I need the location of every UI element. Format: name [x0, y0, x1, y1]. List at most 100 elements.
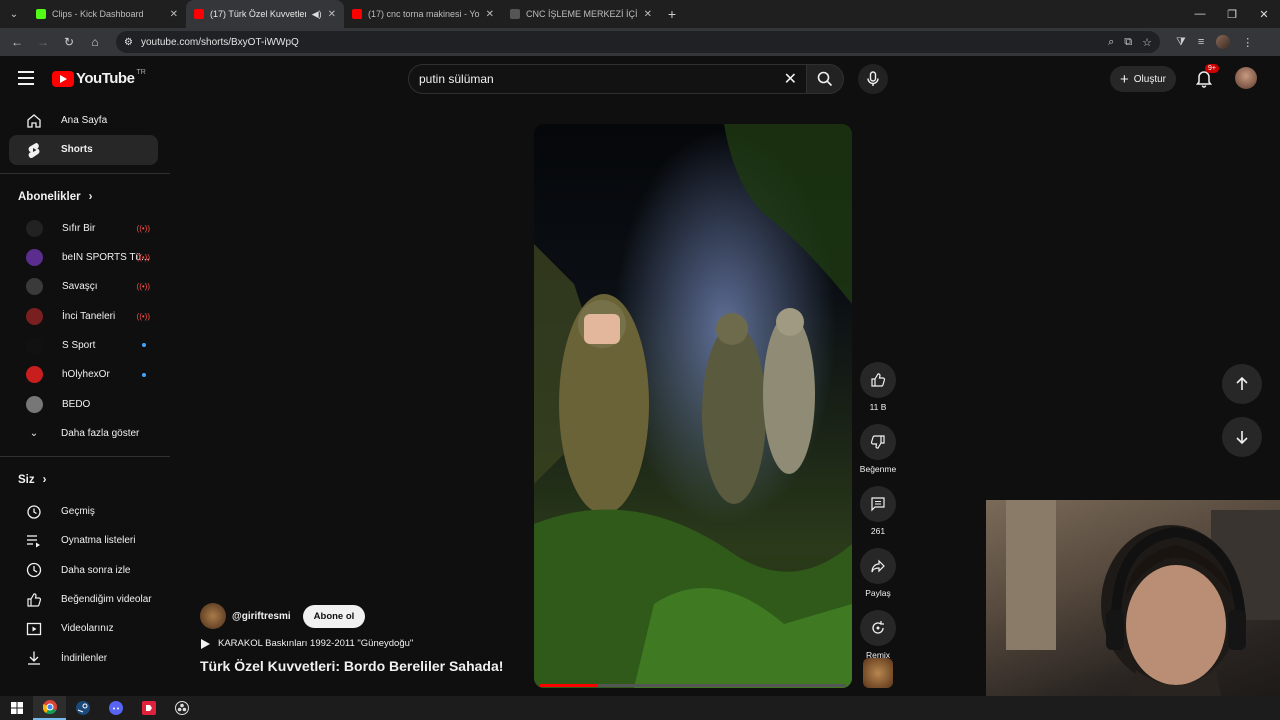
- sidebar-divider: [0, 172, 170, 174]
- sidebar-item-videolar-n-z[interactable]: Videolarınız: [9, 614, 158, 643]
- subscribe-button[interactable]: Abone ol: [302, 604, 366, 628]
- like-button[interactable]: [860, 362, 896, 398]
- audio-playing-icon[interactable]: ◀): [312, 9, 322, 20]
- browser-tab[interactable]: (17) cnc torna makinesi - YouTu ✕: [344, 0, 502, 28]
- sidebar-item-be-endi-im-videolar[interactable]: Beğendiğim videolar: [9, 585, 158, 614]
- sound-thumbnail[interactable]: [863, 658, 893, 688]
- channel-avatar: [26, 366, 43, 384]
- sidebar-item-daha-sonra-izle[interactable]: Daha sonra izle: [9, 556, 158, 585]
- search-icon: [817, 71, 833, 87]
- media-control-icon[interactable]: ≡: [1198, 36, 1204, 48]
- address-bar[interactable]: ⚙ youtube.com/shorts/BxyOT-iWWpQ ⌕ ⧉ ☆: [116, 31, 1160, 53]
- bookmark-star-icon[interactable]: ☆: [1142, 36, 1152, 49]
- shorts-video-player[interactable]: [534, 124, 852, 688]
- browser-tab[interactable]: CNC İŞLEME MERKEZİ İÇİN G V ✕: [502, 0, 660, 28]
- sidebar-item-i-ndirilenler[interactable]: İndirilenler: [9, 643, 158, 672]
- taskbar-obs[interactable]: [165, 696, 198, 720]
- new-content-dot: [142, 372, 146, 377]
- home-icon: [26, 113, 42, 129]
- sidebar-item-ana-sayfa[interactable]: Ana Sayfa: [9, 106, 158, 135]
- sidebar-item-label: Daha sonra izle: [61, 564, 131, 576]
- clear-search-icon[interactable]: ✕: [784, 69, 797, 89]
- taskbar-discord[interactable]: [99, 696, 132, 720]
- playlist-title: KARAKOL Baskınları 1992-2011 "Güneydoğu": [218, 638, 414, 649]
- forward-icon[interactable]: →: [32, 35, 54, 49]
- watch-later-icon: [26, 562, 42, 578]
- sidebar-item-bein-sports-t[interactable]: beIN SPORTS Tü... ((•)): [9, 243, 158, 272]
- browser-tab[interactable]: (17) Türk Özel Kuvvetleri: B ◀) ✕: [186, 0, 344, 28]
- close-tab-icon[interactable]: ✕: [170, 9, 178, 20]
- extensions-icon[interactable]: ⧩: [1176, 36, 1186, 49]
- comments-button[interactable]: [860, 486, 896, 522]
- tab-favicon-icon: [36, 9, 46, 19]
- channel-avatar: [26, 278, 43, 296]
- logo-text: YouTube: [76, 70, 135, 87]
- like-action: 11 B: [856, 362, 900, 412]
- remix-button[interactable]: [860, 610, 896, 646]
- back-icon[interactable]: ←: [6, 35, 28, 49]
- sidebar-item-sava[interactable]: Savaşçı ((•)): [9, 272, 158, 301]
- browser-tab[interactable]: Clips - Kick Dashboard ✕: [28, 0, 186, 28]
- channel-avatar: [26, 395, 43, 413]
- taskbar-steam[interactable]: [66, 696, 99, 720]
- microphone-icon: [867, 71, 879, 86]
- chevron-down-icon: ⌄: [29, 427, 39, 439]
- close-tab-icon[interactable]: ✕: [486, 9, 494, 20]
- history-icon: [26, 504, 42, 520]
- playlist-link[interactable]: KARAKOL Baskınları 1992-2011 "Güneydoğu": [200, 638, 503, 649]
- profile-avatar[interactable]: [1216, 35, 1231, 49]
- video-frame: [534, 124, 852, 688]
- webcam-overlay: [986, 500, 1280, 720]
- taskbar-chrome[interactable]: [33, 696, 66, 720]
- home-browser-icon[interactable]: ⌂: [84, 35, 106, 49]
- you-header[interactable]: Siz ›: [0, 463, 170, 497]
- show-more-button[interactable]: ⌄ Daha fazla göster: [9, 419, 158, 448]
- video-progress-bar[interactable]: [540, 684, 846, 687]
- zoom-icon[interactable]: ⌕: [1108, 36, 1114, 49]
- sidebar-item-label: Shorts: [61, 144, 93, 156]
- restore-icon[interactable]: ❐: [1216, 8, 1248, 21]
- voice-search-button[interactable]: [858, 64, 888, 94]
- menu-icon[interactable]: [18, 71, 34, 89]
- share-button[interactable]: [860, 548, 896, 584]
- close-window-icon[interactable]: ✕: [1248, 8, 1280, 21]
- new-tab-button[interactable]: +: [660, 6, 684, 22]
- sidebar-item-label: Beğendiğim videolar: [61, 594, 152, 605]
- sidebar-item-bedo[interactable]: BEDO: [9, 389, 158, 418]
- dislike-button[interactable]: [860, 424, 896, 460]
- tab-search-icon[interactable]: ⌄: [0, 0, 28, 28]
- close-tab-icon[interactable]: ✕: [328, 9, 336, 20]
- sidebar-item-holyhexor[interactable]: hOlyhexOr: [9, 360, 158, 389]
- sidebar-item-i-nci-taneleri[interactable]: İnci Taneleri ((•)): [9, 301, 158, 330]
- sidebar-item-ge-mi[interactable]: Geçmiş: [9, 497, 158, 526]
- channel-avatar[interactable]: [200, 603, 226, 629]
- search-button[interactable]: [806, 64, 844, 94]
- search-input[interactable]: putin sülüman ✕: [408, 64, 808, 94]
- sidebar-item-s-f-r-bir[interactable]: Sıfır Bir ((•)): [9, 214, 158, 243]
- sidebar-item-shorts[interactable]: Shorts: [9, 135, 158, 165]
- account-avatar[interactable]: [1235, 67, 1257, 89]
- install-icon[interactable]: ⧉: [1124, 36, 1132, 49]
- create-button[interactable]: + Oluştur: [1110, 66, 1176, 92]
- sidebar-item-s-sport[interactable]: S Sport: [9, 331, 158, 360]
- site-info-icon[interactable]: ⚙: [124, 37, 133, 48]
- close-tab-icon[interactable]: ✕: [644, 9, 652, 20]
- youtube-logo[interactable]: YouTube TR: [52, 69, 146, 87]
- channel-name[interactable]: @giriftresmi: [232, 611, 291, 622]
- youtube-play-icon: [52, 70, 74, 87]
- sidebar-item-label: hOlyhexOr: [62, 369, 110, 381]
- tab-title: Clips - Kick Dashboard: [52, 9, 144, 19]
- taskbar-app-red[interactable]: [132, 696, 165, 720]
- reload-icon[interactable]: ↻: [58, 35, 80, 49]
- playlists-icon: [26, 533, 42, 549]
- browser-menu-icon[interactable]: ⋮: [1242, 36, 1253, 49]
- previous-short-button[interactable]: [1222, 364, 1262, 404]
- notification-badge: 9+: [1205, 64, 1219, 73]
- show-more-label: Daha fazla göster: [61, 427, 140, 439]
- tab-favicon-icon: [194, 9, 204, 19]
- next-short-button[interactable]: [1222, 417, 1262, 457]
- subscriptions-header[interactable]: Abonelikler ›: [0, 180, 170, 214]
- minimize-icon[interactable]: —: [1184, 8, 1216, 21]
- sidebar-item-oynatma-listeleri[interactable]: Oynatma listeleri: [9, 526, 158, 555]
- start-button[interactable]: [0, 696, 33, 720]
